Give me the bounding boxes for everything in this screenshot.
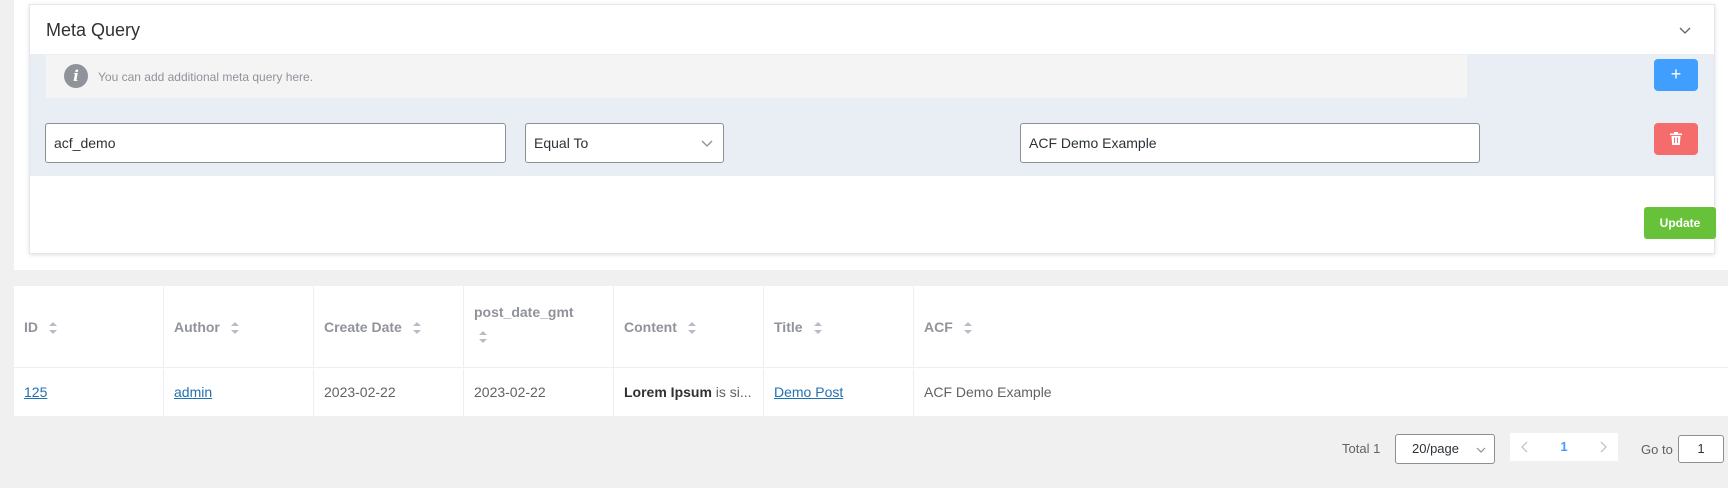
- sort-icon[interactable]: [478, 330, 488, 344]
- meta-query-title: Meta Query: [46, 20, 141, 40]
- post-title-link[interactable]: Demo Post: [774, 384, 843, 400]
- cell-author: admin: [164, 369, 314, 416]
- delete-meta-query-button[interactable]: [1654, 123, 1698, 155]
- chevron-right-icon[interactable]: [1598, 441, 1608, 453]
- cell-content: Lorem Ipsum is si...: [614, 369, 764, 416]
- column-header-label: Title: [774, 319, 803, 335]
- column-header-label: ACF: [924, 319, 953, 335]
- content-bold-text: Lorem Ipsum: [624, 384, 712, 400]
- column-header-create-date[interactable]: Create Date: [314, 286, 464, 368]
- page-size-value: 20/page: [1412, 441, 1459, 456]
- column-header-id[interactable]: ID: [14, 286, 164, 368]
- meta-query-header[interactable]: Meta Query: [30, 5, 1714, 55]
- meta-query-rows: i You can add additional meta query here…: [30, 55, 1714, 176]
- column-header-content[interactable]: Content: [614, 286, 764, 368]
- goto-label: Go to: [1641, 442, 1673, 457]
- cell-acf: ACF Demo Example: [924, 384, 1052, 400]
- column-header-title[interactable]: Title: [764, 286, 914, 368]
- pagination-total: Total 1: [1342, 441, 1381, 456]
- column-header-label: Author: [174, 319, 220, 335]
- cell-title: Demo Post: [764, 369, 914, 416]
- column-header-label: ID: [24, 319, 38, 335]
- chevron-down-icon: [701, 140, 713, 147]
- sort-icon[interactable]: [230, 321, 240, 335]
- info-text: You can add additional meta query here.: [98, 70, 314, 84]
- sort-icon[interactable]: [412, 321, 422, 335]
- goto-page-input[interactable]: 1: [1678, 435, 1724, 463]
- sort-icon[interactable]: [963, 321, 973, 335]
- post-id-link[interactable]: 125: [24, 384, 47, 400]
- compare-select-value: Equal To: [534, 135, 589, 151]
- sort-icon[interactable]: [48, 321, 58, 335]
- meta-query-card: Meta Query i You can add additional meta…: [29, 4, 1716, 254]
- sort-icon[interactable]: [687, 321, 697, 335]
- chevron-left-icon[interactable]: [1520, 441, 1530, 453]
- column-header-label: Create Date: [324, 319, 402, 335]
- compare-select[interactable]: Equal To: [525, 123, 724, 163]
- sort-icon[interactable]: [813, 321, 823, 335]
- update-button[interactable]: Update: [1644, 207, 1716, 239]
- posts-table: ID Author Create Date post_date_gmt Cont…: [14, 286, 1728, 416]
- chevron-down-icon: [1476, 447, 1486, 453]
- meta-query-panel: Meta Query i You can add additional meta…: [14, 0, 1728, 270]
- pager: 1: [1510, 433, 1618, 461]
- chevron-down-icon[interactable]: [1678, 23, 1692, 37]
- content-rest-text: is si...: [711, 384, 752, 400]
- column-header-post-date-gmt[interactable]: post_date_gmt: [464, 286, 614, 368]
- trash-icon: [1670, 132, 1682, 145]
- current-page[interactable]: 1: [1554, 433, 1574, 461]
- info-alert: i You can add additional meta query here…: [46, 55, 1467, 98]
- add-meta-query-button[interactable]: +: [1654, 59, 1698, 91]
- column-header-author[interactable]: Author: [164, 286, 314, 368]
- column-header-label: post_date_gmt: [474, 304, 574, 320]
- column-header-acf[interactable]: ACF: [914, 286, 1728, 368]
- info-icon: i: [64, 64, 88, 88]
- page-size-select[interactable]: 20/page: [1395, 434, 1495, 464]
- cell-post-date-gmt: 2023-02-22: [464, 369, 614, 416]
- cell-create-date: 2023-02-22: [314, 369, 464, 416]
- meta-value-input[interactable]: ACF Demo Example: [1020, 123, 1480, 163]
- cell-id: 125: [14, 369, 164, 416]
- column-header-label: Content: [624, 319, 677, 335]
- meta-key-input[interactable]: acf_demo: [45, 123, 506, 163]
- author-link[interactable]: admin: [174, 384, 212, 400]
